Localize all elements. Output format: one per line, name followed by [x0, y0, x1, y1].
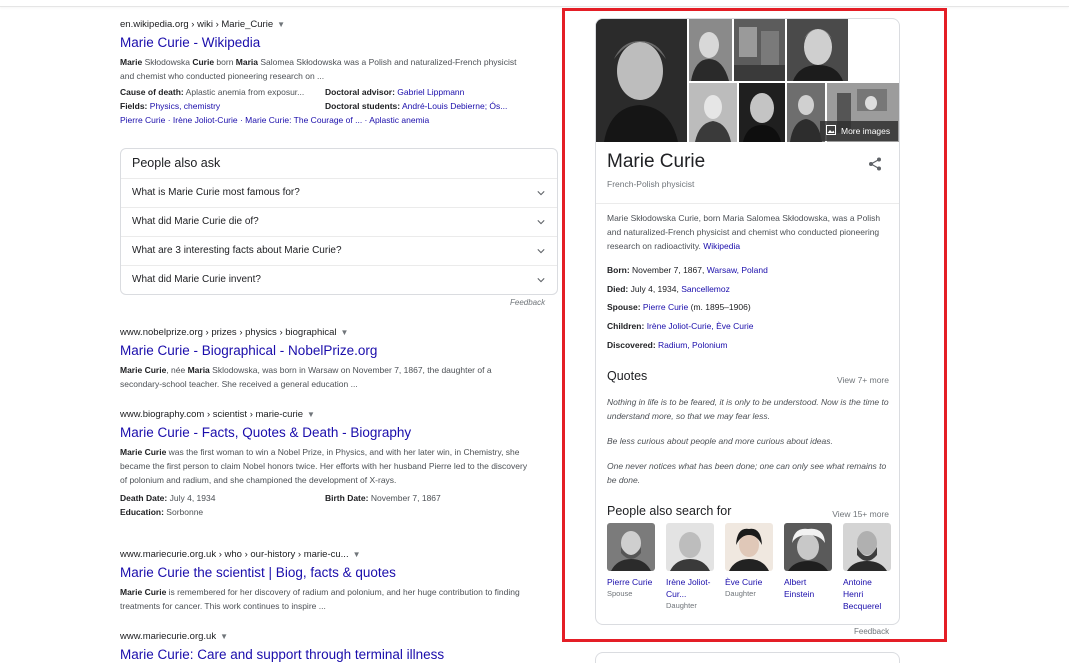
url-menu-caret-icon[interactable]: ▼	[220, 630, 228, 643]
result-snippet: Marie Curie, née Maria Sklodowska, was b…	[120, 365, 492, 389]
search-result-mariecurie-scientist: www.mariecurie.org.uk › who › our-histor…	[120, 548, 530, 613]
fields-link[interactable]: Physics, chemistry	[150, 101, 220, 111]
chevron-down-icon	[537, 191, 545, 196]
search-result-nobelprize: www.nobelprize.org › prizes › physics › …	[120, 326, 530, 391]
highlight-frame	[562, 8, 947, 642]
result-url: en.wikipedia.org › wiki › Marie_Curie ▼	[120, 18, 286, 31]
result-title-link[interactable]: Marie Curie: Care and support through te…	[120, 646, 530, 664]
result-title-link[interactable]: Marie Curie the scientist | Biog, facts …	[120, 564, 530, 582]
chevron-down-icon	[537, 249, 545, 254]
doctoral-students-link[interactable]: André-Louis Debierne; Ós...	[402, 101, 507, 111]
header-bar-edge	[0, 0, 1069, 7]
result-facts: Death Date: July 4, 1934 Birth Date: Nov…	[120, 493, 441, 517]
result-url: www.nobelprize.org › prizes › physics › …	[120, 326, 349, 339]
people-also-ask: People also ask What is Marie Curie most…	[120, 148, 558, 295]
result-snippet: Marie Skłodowska Curie born Maria Salome…	[120, 57, 517, 81]
url-menu-caret-icon[interactable]: ▼	[340, 326, 348, 339]
result-snippet: Marie Curie was the first woman to win a…	[120, 447, 528, 485]
search-result-wikipedia: en.wikipedia.org › wiki › Marie_Curie ▼ M…	[120, 18, 530, 127]
result-title-link[interactable]: Marie Curie - Wikipedia	[120, 34, 530, 52]
search-result-mariecurie-care: www.mariecurie.org.uk ▼ Marie Curie: Care…	[120, 630, 530, 664]
url-menu-caret-icon[interactable]: ▼	[353, 548, 361, 561]
result-snippet: Marie Curie is remembered for her discov…	[120, 587, 520, 611]
result-title-link[interactable]: Marie Curie - Biographical - NobelPrize.…	[120, 342, 530, 360]
result-url: www.mariecurie.org.uk › who › our-histor…	[120, 548, 361, 561]
paa-question[interactable]: What did Marie Curie invent?	[121, 266, 557, 294]
search-result-biography: www.biography.com › scientist › marie-cu…	[120, 408, 530, 519]
doctoral-advisor-link[interactable]: Gabriel Lippmann	[397, 87, 464, 97]
paa-question[interactable]: What did Marie Curie die of?	[121, 208, 557, 237]
paa-question[interactable]: What is Marie Curie most famous for?	[121, 179, 557, 208]
paa-title: People also ask	[121, 149, 557, 179]
chevron-down-icon	[537, 220, 545, 225]
chevron-down-icon	[537, 278, 545, 283]
paa-feedback-link[interactable]: Feedback	[510, 298, 545, 307]
url-menu-caret-icon[interactable]: ▼	[307, 408, 315, 421]
result-facts: Cause of death: Aplastic anemia from exp…	[120, 87, 508, 111]
result-url: www.mariecurie.org.uk ▼	[120, 630, 229, 643]
result-title-link[interactable]: Marie Curie - Facts, Quotes & Death - Bi…	[120, 424, 530, 442]
url-menu-caret-icon[interactable]: ▼	[277, 18, 285, 31]
paa-question[interactable]: What are 3 interesting facts about Marie…	[121, 237, 557, 266]
result-sitelinks[interactable]: Pierre Curie · Irène Joliot-Curie · Mari…	[120, 113, 530, 127]
result-url: www.biography.com › scientist › marie-cu…	[120, 408, 315, 421]
